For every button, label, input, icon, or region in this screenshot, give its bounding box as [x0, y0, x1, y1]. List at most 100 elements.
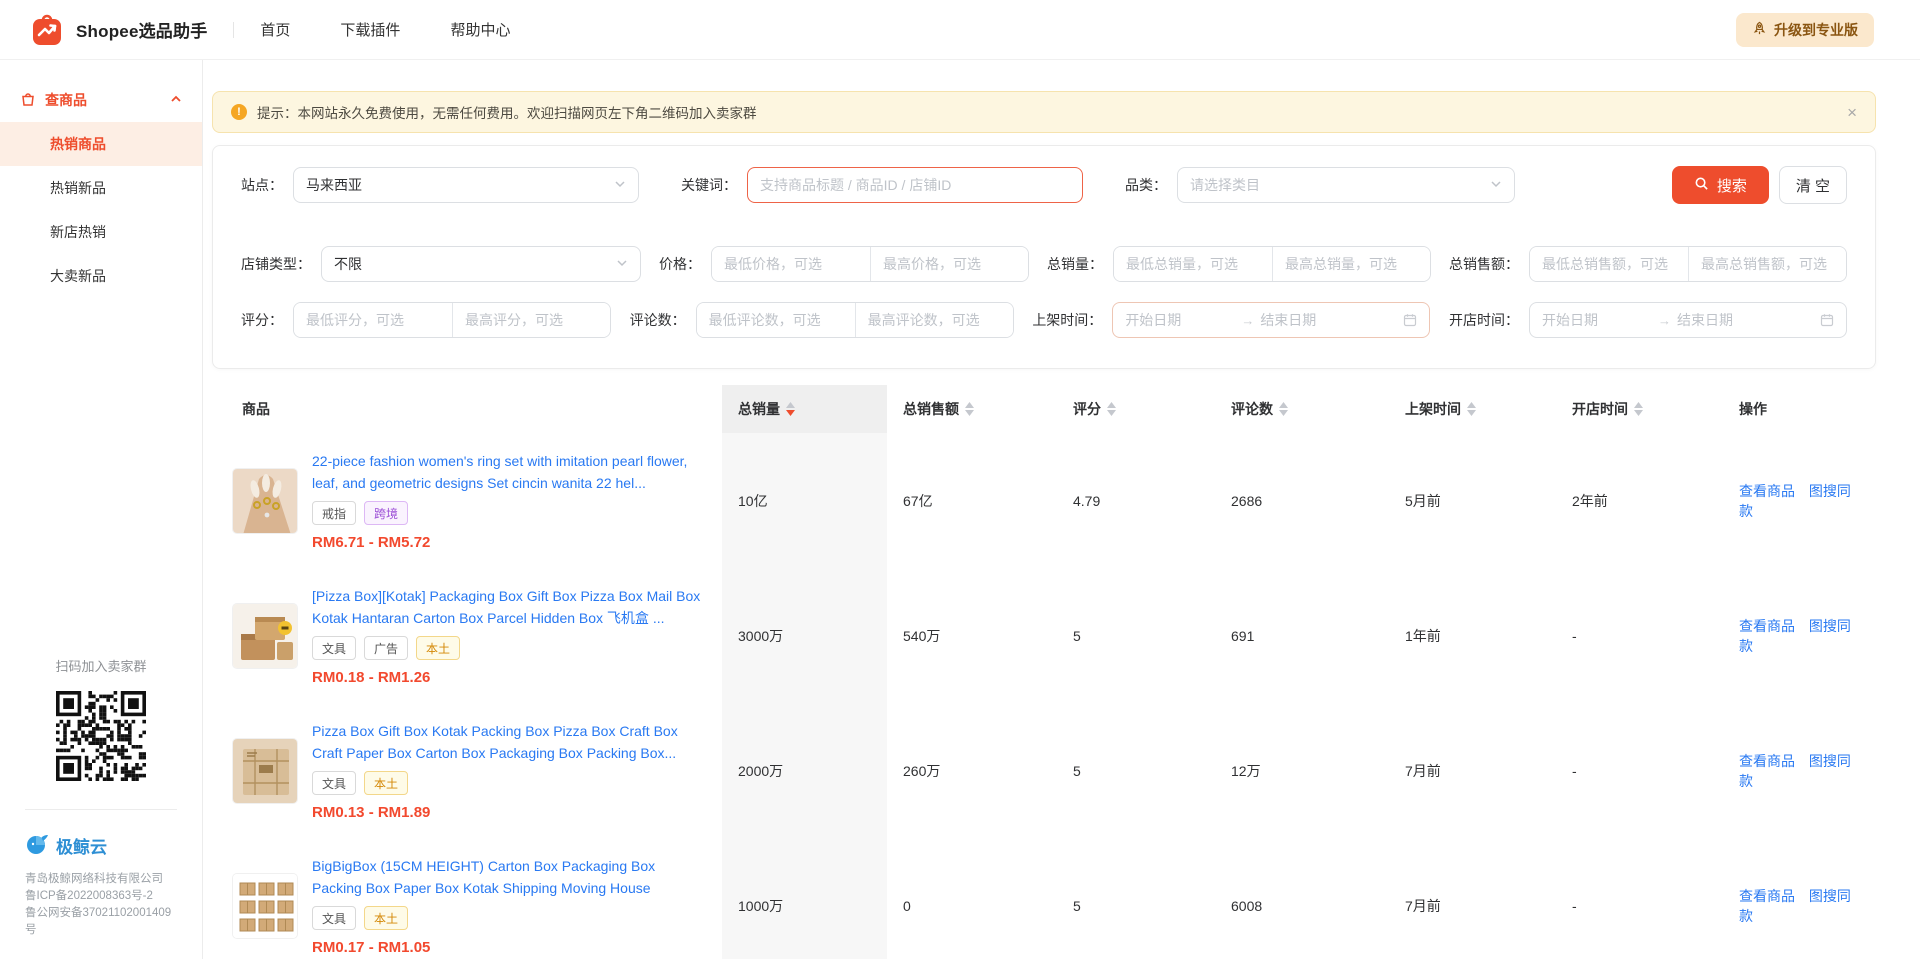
category-select[interactable]: 请选择类目 — [1177, 167, 1515, 203]
sidebar-item-hot-new-products[interactable]: 热销新品 — [0, 166, 202, 210]
site-select[interactable]: 马来西亚 — [293, 167, 639, 203]
col-listed-time[interactable]: 上架时间 — [1389, 399, 1556, 419]
qr-caption: 扫码加入卖家群 — [0, 656, 202, 675]
site-label: 站点： — [241, 175, 283, 195]
warning-icon: ! — [231, 104, 247, 120]
shop-type-select[interactable]: 不限 — [321, 246, 641, 282]
product-image[interactable] — [232, 873, 298, 939]
sales-max-input[interactable] — [1272, 247, 1430, 281]
product-title-link[interactable]: 22-piece fashion women's ring set with i… — [312, 450, 706, 494]
product-tag: 本土 — [416, 636, 460, 660]
divider — [25, 809, 177, 810]
rocket-icon — [1752, 21, 1767, 39]
rating-min-input[interactable] — [294, 303, 452, 337]
calendar-icon — [1403, 313, 1417, 327]
view-product-link[interactable]: 查看商品 — [1739, 888, 1795, 904]
nav-item-home[interactable]: 首页 — [260, 19, 290, 40]
reviews-max-input[interactable] — [855, 303, 1013, 337]
chevron-down-icon — [616, 256, 628, 272]
whale-logo-icon — [25, 832, 49, 859]
listed-time-label: 上架时间： — [1032, 310, 1102, 330]
revenue-max-input[interactable] — [1688, 247, 1846, 281]
sidebar-item-big-seller-new[interactable]: 大卖新品 — [0, 254, 202, 298]
arrow-right-icon: → — [1241, 313, 1254, 328]
product-price: RM0.17 - RM1.05 — [312, 939, 706, 956]
revenue-cell: 260万 — [887, 761, 1057, 781]
nav-item-help-center[interactable]: 帮助中心 — [450, 19, 510, 40]
view-product-link[interactable]: 查看商品 — [1739, 618, 1795, 634]
sidebar-item-hot-products[interactable]: 热销商品 — [0, 122, 202, 166]
opened-cell: - — [1556, 628, 1723, 644]
clear-button[interactable]: 清 空 — [1779, 166, 1847, 204]
price-min-input[interactable] — [712, 247, 870, 281]
app-title: Shopee选品助手 — [76, 17, 207, 42]
search-button[interactable]: 搜索 — [1672, 166, 1769, 204]
sort-icon[interactable] — [1467, 402, 1476, 416]
listed-end-date-input[interactable] — [1260, 312, 1370, 328]
product-title-link[interactable]: [Pizza Box][Kotak] Packaging Box Gift Bo… — [312, 585, 706, 629]
product-title-link[interactable]: BigBigBox (15CM HEIGHT) Carton Box Packa… — [312, 855, 706, 899]
top-navbar: Shopee选品助手 首页 下载插件 帮助中心 升级到专业版 — [0, 0, 1920, 60]
opened-cell: 2年前 — [1556, 491, 1723, 511]
main-content: ! 提示：本网站永久免费使用，无需任何费用。欢迎扫描网页左下角二维码加入卖家群 … — [203, 60, 1920, 959]
police-number[interactable]: 鲁公网安备37021102001409号 — [25, 905, 177, 939]
sidebar: 查商品 热销商品 热销新品 新店热销 大卖新品 扫码加入卖家群 — [0, 60, 203, 959]
sidebar-section-search-products[interactable]: 查商品 — [0, 78, 202, 122]
price-label: 价格： — [659, 254, 701, 274]
sales-min-input[interactable] — [1114, 247, 1272, 281]
product-price: RM6.71 - RM5.72 — [312, 534, 706, 551]
search-icon — [1694, 176, 1709, 195]
notice-text: 提示：本网站永久免费使用，无需任何费用。欢迎扫描网页左下角二维码加入卖家群 — [257, 102, 757, 122]
sort-icon[interactable] — [1107, 402, 1116, 416]
view-product-link[interactable]: 查看商品 — [1739, 483, 1795, 499]
reviews-min-input[interactable] — [697, 303, 855, 337]
table-row: BigBigBox (15CM HEIGHT) Carton Box Packa… — [212, 838, 1876, 959]
listed-date-range[interactable]: → — [1112, 302, 1430, 338]
chevron-down-icon — [614, 177, 626, 193]
notice-banner: ! 提示：本网站永久免费使用，无需任何费用。欢迎扫描网页左下角二维码加入卖家群 … — [212, 91, 1876, 133]
sort-icon[interactable] — [1279, 402, 1288, 416]
col-total-sales[interactable]: 总销量 — [722, 385, 887, 433]
listed-start-date-input[interactable] — [1125, 312, 1235, 328]
col-actions: 操作 — [1723, 399, 1876, 419]
icp-number[interactable]: 鲁ICP备2022008363号-2 — [25, 888, 177, 905]
shop-type-label: 店铺类型： — [241, 254, 311, 274]
sort-icon[interactable] — [1634, 402, 1643, 416]
revenue-min-input[interactable] — [1530, 247, 1688, 281]
sidebar-item-new-shop-hot[interactable]: 新店热销 — [0, 210, 202, 254]
col-reviews[interactable]: 评论数 — [1215, 399, 1389, 419]
revenue-cell: 0 — [887, 898, 1057, 914]
col-shop-open-time[interactable]: 开店时间 — [1556, 399, 1723, 419]
open-start-date-input[interactable] — [1542, 312, 1652, 328]
rating-max-input[interactable] — [452, 303, 610, 337]
product-image[interactable] — [232, 468, 298, 534]
open-end-date-input[interactable] — [1677, 312, 1787, 328]
table-row: 22-piece fashion women's ring set with i… — [212, 433, 1876, 568]
shop-open-date-range[interactable]: → — [1529, 302, 1847, 338]
product-image[interactable] — [232, 603, 298, 669]
col-rating[interactable]: 评分 — [1057, 399, 1215, 419]
qr-code — [56, 691, 146, 781]
view-product-link[interactable]: 查看商品 — [1739, 753, 1795, 769]
listed-cell: 1年前 — [1389, 626, 1556, 646]
table-row: [Pizza Box][Kotak] Packaging Box Gift Bo… — [212, 568, 1876, 703]
reviews-cell: 691 — [1215, 628, 1389, 644]
sort-icon[interactable] — [965, 402, 974, 416]
keyword-label: 关键词： — [681, 175, 737, 195]
sort-icon-desc-active[interactable] — [786, 402, 795, 416]
product-title-link[interactable]: Pizza Box Gift Box Kotak Packing Box Piz… — [312, 720, 706, 764]
nav-item-download-plugin[interactable]: 下载插件 — [340, 19, 400, 40]
product-tag: 广告 — [364, 636, 408, 660]
reviews-cell: 6008 — [1215, 898, 1389, 914]
rating-cell: 5 — [1057, 628, 1215, 644]
product-image[interactable] — [232, 738, 298, 804]
product-tag: 跨境 — [364, 501, 408, 525]
table-row: Pizza Box Gift Box Kotak Packing Box Piz… — [212, 703, 1876, 838]
price-max-input[interactable] — [870, 247, 1028, 281]
upgrade-pro-button[interactable]: 升级到专业版 — [1736, 13, 1874, 47]
product-price: RM0.13 - RM1.89 — [312, 804, 706, 821]
product-tag: 文具 — [312, 771, 356, 795]
close-icon[interactable]: × — [1847, 104, 1857, 121]
keyword-input[interactable] — [747, 167, 1083, 203]
col-total-revenue[interactable]: 总销售额 — [887, 399, 1057, 419]
